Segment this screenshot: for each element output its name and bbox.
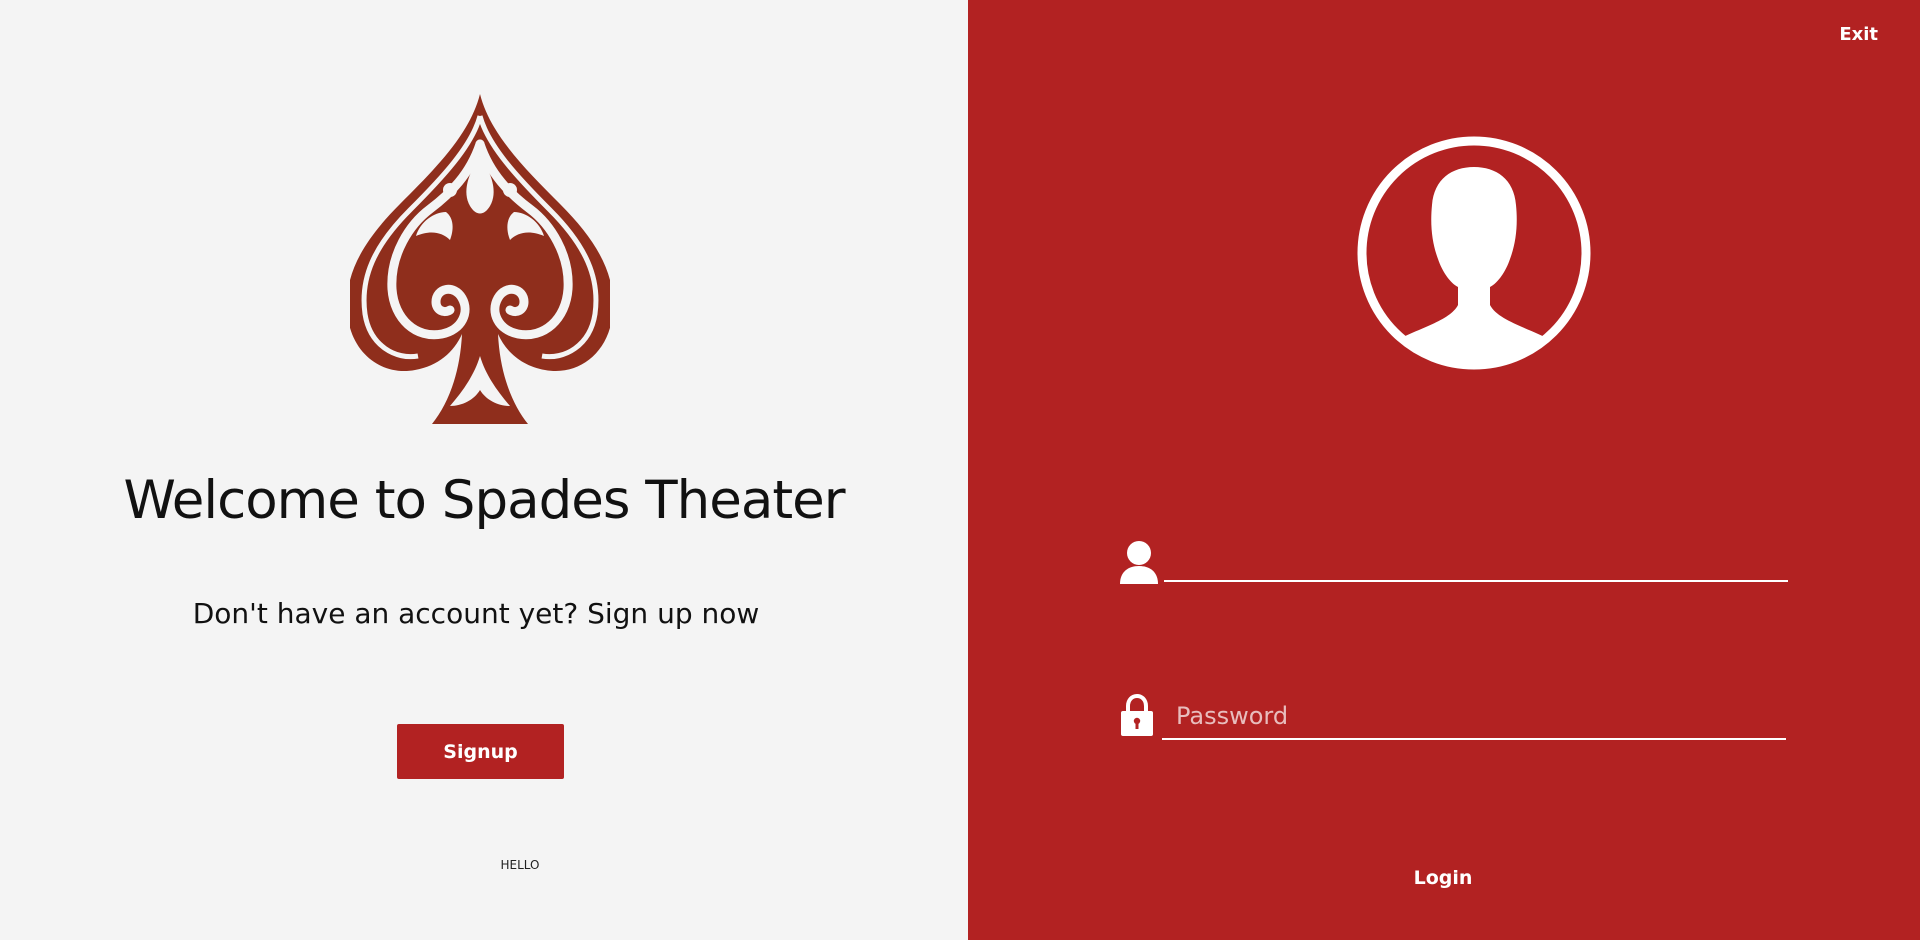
lock-icon [1121, 694, 1153, 736]
welcome-panel: Welcome to Spades Theater Don't have an … [0, 0, 968, 940]
username-input[interactable] [1164, 540, 1788, 582]
login-panel: Exit Login [968, 0, 1920, 940]
signup-button[interactable]: Signup [397, 724, 564, 779]
exit-button[interactable]: Exit [1835, 22, 1882, 47]
signup-prompt: Don't have an account yet? Sign up now [192, 597, 760, 630]
user-icon [1120, 541, 1158, 584]
footer-text: HELLO [500, 858, 540, 872]
login-button[interactable]: Login [1398, 862, 1488, 894]
spade-logo-icon [350, 94, 610, 424]
user-avatar-icon [1357, 136, 1591, 370]
password-input[interactable] [1162, 694, 1786, 740]
welcome-title: Welcome to Spades Theater [123, 470, 845, 531]
app-window: Welcome to Spades Theater Don't have an … [0, 0, 1920, 940]
